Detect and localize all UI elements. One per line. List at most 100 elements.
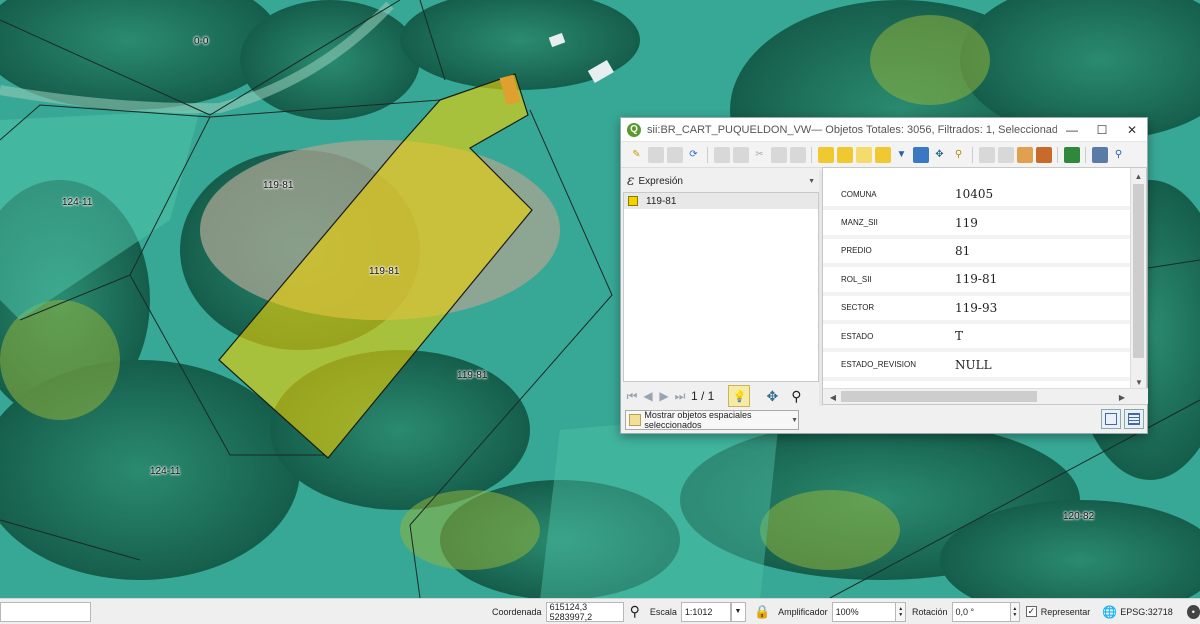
rotation-field[interactable]: 0,0 ° xyxy=(951,601,1011,622)
table-view-icon xyxy=(1128,413,1140,425)
magnifier-field[interactable]: 100% xyxy=(831,601,897,622)
table-view-button[interactable] xyxy=(1124,409,1144,429)
toolbar-separator xyxy=(1085,146,1086,163)
toolbar-separator xyxy=(1057,146,1058,163)
attribute-value[interactable]: 119 xyxy=(955,216,1132,230)
attribute-name: SECTOR xyxy=(841,303,875,313)
field-calculator-icon[interactable] xyxy=(1016,146,1033,163)
attribute-row: ESTADO T xyxy=(823,324,1132,353)
toolbar-separator xyxy=(972,146,973,163)
attribute-row: COMUNA 10405 xyxy=(823,182,1132,211)
attribute-table-window[interactable]: Q sii:BR_CART_PUQUELDON_VW— Objetos Tota… xyxy=(620,117,1148,434)
rotation-spinner[interactable]: ▲ ▼ xyxy=(1010,601,1021,622)
parcel-label: 124-11 xyxy=(62,197,93,208)
form-view-button[interactable] xyxy=(1101,409,1121,429)
render-checkbox[interactable]: ✓ xyxy=(1026,606,1037,617)
first-feature-icon[interactable]: ⏮ xyxy=(625,389,639,403)
highlight-feature-icon[interactable]: 💡 xyxy=(728,385,751,407)
feature-label: 119-81 xyxy=(646,195,677,207)
toolbar-separator xyxy=(811,146,812,163)
attribute-name: ESTADO xyxy=(841,331,874,341)
delete-field-icon[interactable] xyxy=(997,146,1014,163)
zoom-to-feature-icon[interactable]: ⚲ xyxy=(786,386,806,406)
scroll-left-icon[interactable]: ◀ xyxy=(825,389,841,405)
list-item[interactable]: 119-81 xyxy=(624,193,818,209)
attribute-value[interactable]: NULL xyxy=(955,358,1132,372)
actions-icon[interactable] xyxy=(1063,146,1080,163)
copy-icon[interactable] xyxy=(770,146,787,163)
attribute-name: PREDIO xyxy=(841,246,872,256)
vertical-scrollbar[interactable]: ▲ ▼ xyxy=(1130,168,1146,390)
move-selection-to-top-icon[interactable] xyxy=(912,146,929,163)
expression-selector[interactable]: ε Expresión ▼ xyxy=(623,170,819,192)
coordinate-label: Coordenada xyxy=(492,606,542,617)
magnifier-spinner[interactable]: ▲ ▼ xyxy=(896,601,906,622)
last-feature-icon[interactable]: ⏭ xyxy=(673,389,687,403)
attribute-name: ROL_SII xyxy=(841,274,872,284)
scroll-up-icon[interactable]: ▲ xyxy=(1131,168,1146,184)
pan-to-selection-icon[interactable]: ✥ xyxy=(932,147,948,163)
chevron-down-icon[interactable]: ▼ xyxy=(730,601,746,622)
horizontal-scrollbar[interactable]: ◀ ▶ xyxy=(823,388,1148,404)
next-feature-icon[interactable]: ▶ xyxy=(657,389,671,403)
attribute-name: COMUNA xyxy=(841,189,877,199)
conditional-formatting-icon[interactable] xyxy=(1035,146,1052,163)
expression-label: Expresión xyxy=(638,175,683,187)
select-all-icon[interactable] xyxy=(836,146,853,163)
magnifier-label: Amplificador xyxy=(778,606,828,617)
invert-selection-icon[interactable] xyxy=(855,146,872,163)
zoom-map-icon[interactable]: ⚲ xyxy=(1111,147,1127,163)
chevron-down-icon: ▼ xyxy=(791,416,798,424)
attribute-value[interactable]: 10405 xyxy=(955,187,1132,201)
attribute-row: PREDIO 81 xyxy=(823,239,1132,268)
deselect-all-icon[interactable] xyxy=(874,146,891,163)
render-label: Representar xyxy=(1040,606,1091,617)
previous-feature-icon[interactable]: ◀ xyxy=(641,389,655,403)
maximize-button[interactable]: ☐ xyxy=(1087,118,1117,142)
parcel-label: 119-81 xyxy=(457,370,488,381)
scroll-right-icon[interactable]: ▶ xyxy=(1114,389,1130,405)
scroll-thumb[interactable] xyxy=(841,391,1037,402)
status-bar: Coordenada 615124,3 5283997,2 ⚲ Escala 1… xyxy=(0,598,1200,624)
dock-table-icon[interactable] xyxy=(1091,146,1108,163)
coordinate-field[interactable]: 615124,3 5283997,2 xyxy=(545,601,624,622)
show-selected-features-dropdown[interactable]: Mostrar objetos espaciales seleccionados… xyxy=(625,410,799,430)
toolbar-separator xyxy=(707,146,708,163)
crs-label[interactable]: EPSG:32718 xyxy=(1120,607,1173,617)
zoom-to-selection-icon[interactable]: ⚲ xyxy=(951,147,967,163)
attribute-value[interactable]: 81 xyxy=(955,244,1132,258)
lock-scale-icon[interactable]: 🔒 xyxy=(754,604,770,620)
save-edits-icon[interactable] xyxy=(666,146,683,163)
add-feature-icon[interactable] xyxy=(713,146,730,163)
locator-search-input[interactable] xyxy=(0,601,92,622)
window-titlebar[interactable]: Q sii:BR_CART_PUQUELDON_VW— Objetos Tota… xyxy=(621,118,1147,142)
attribute-name: ESTADO_REVISION xyxy=(841,360,916,370)
feature-list[interactable]: 119-81 xyxy=(623,192,819,382)
messages-icon[interactable]: • xyxy=(1186,604,1200,619)
minimize-button[interactable]: — xyxy=(1057,118,1087,142)
reload-icon[interactable]: ⟳ xyxy=(686,147,702,163)
scroll-thumb[interactable] xyxy=(1133,184,1144,358)
filter-icon[interactable]: ▼ xyxy=(894,147,910,163)
paste-icon[interactable] xyxy=(789,146,806,163)
attribute-value[interactable]: 119-81 xyxy=(955,272,1132,286)
attribute-row: ROL_SII 119-81 xyxy=(823,267,1132,296)
multi-edit-icon[interactable] xyxy=(647,146,664,163)
extents-toggle-icon[interactable]: ⚲ xyxy=(630,603,640,620)
parcel-label: 0-0 xyxy=(194,36,209,47)
crs-icon[interactable]: 🌐 xyxy=(1102,605,1117,619)
scale-field[interactable]: 1:1012 xyxy=(680,601,731,622)
feature-swatch xyxy=(628,196,638,206)
attribute-value[interactable]: T xyxy=(955,329,1132,343)
attribute-value[interactable]: 119-93 xyxy=(955,301,1132,315)
toggle-editing-icon[interactable]: ✎ xyxy=(629,147,645,163)
new-field-icon[interactable] xyxy=(978,146,995,163)
cut-icon[interactable]: ✂ xyxy=(752,147,768,163)
parcel-label: 120-82 xyxy=(1063,511,1095,522)
feature-list-pane: ε Expresión ▼ 119-81 ⏮ ◀ ▶ ⏭ 1 / 1 💡 ✥ ⚲ xyxy=(623,170,819,410)
delete-feature-icon[interactable] xyxy=(732,146,749,163)
attribute-name: MANZ_SII xyxy=(841,218,878,228)
close-button[interactable]: ✕ xyxy=(1117,118,1147,142)
pan-to-feature-icon[interactable]: ✥ xyxy=(762,386,782,406)
select-by-expression-icon[interactable] xyxy=(817,146,834,163)
